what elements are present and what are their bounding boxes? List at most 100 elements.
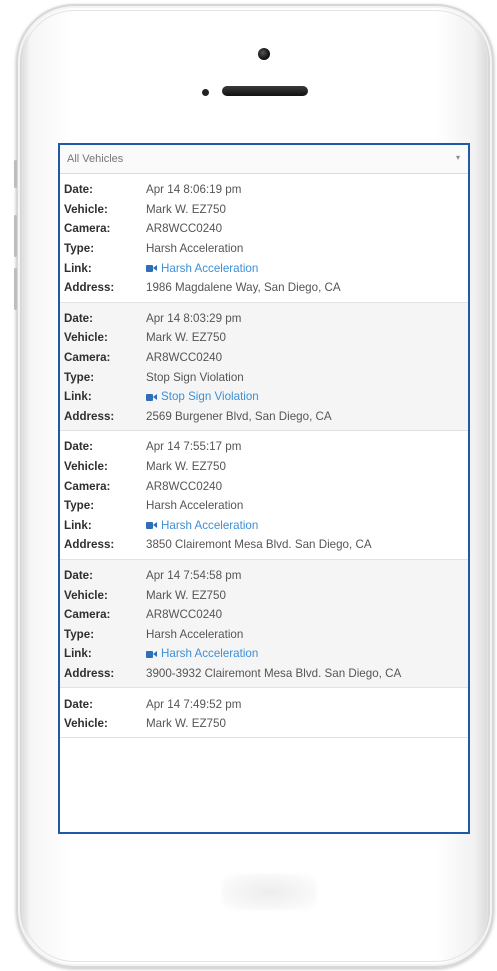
event-vehicle-row: Vehicle: Mark W. EZ750: [64, 200, 460, 220]
event-link-label: Link:: [64, 518, 92, 532]
event-date-row: Date: Apr 14 7:49:52 pm: [64, 694, 460, 714]
home-button[interactable]: [222, 874, 316, 910]
event-vehicle-value: Mark W. EZ750: [146, 202, 226, 216]
vehicle-filter-value: All Vehicles: [67, 153, 124, 165]
event-address-label: Address:: [64, 281, 115, 295]
event-address-row: Address: 2569 Burgener Blvd, San Diego, C…: [64, 407, 460, 427]
event-address-value: 3900-3932 Clairemont Mesa Blvd. San Dieg…: [146, 666, 402, 680]
chevron-down-icon[interactable]: ▾: [456, 153, 460, 162]
event-date-value: Apr 14 7:49:52 pm: [146, 697, 242, 711]
phone-screen: All Vehicles ▾ Date: Apr 14 8:06:19 pm Veh…: [58, 143, 470, 834]
event-camera-row: Camera: AR8WCC0240: [64, 219, 460, 239]
event-video-link-text: Harsh Acceleration: [161, 518, 259, 532]
event-camera-value: AR8WCC0240: [146, 351, 223, 365]
event-type-value: Harsh Acceleration: [146, 627, 244, 641]
event-link-label: Link:: [64, 647, 92, 661]
event-date-label: Date:: [64, 568, 93, 582]
event-type-label: Type:: [64, 627, 95, 641]
event-date-label: Date:: [64, 440, 93, 454]
event-date-row: Date: Apr 14 8:03:29 pm: [64, 309, 460, 329]
event-vehicle-label: Vehicle:: [64, 460, 108, 474]
event-camera-value: AR8WCC0240: [146, 479, 223, 493]
event-address-label: Address:: [64, 538, 115, 552]
sensor-icon: [202, 89, 209, 96]
event-item: Date: Apr 14 7:55:17 pm Vehicle: Mark W. EZ…: [60, 431, 468, 560]
event-vehicle-row: Vehicle: Mark W. EZ750: [64, 457, 460, 477]
event-type-row: Type: Harsh Acceleration: [64, 624, 460, 644]
event-camera-label: Camera:: [64, 351, 111, 365]
event-address-row: Address: 3850 Clairemont Mesa Blvd. San D…: [64, 535, 460, 555]
event-vehicle-label: Vehicle:: [64, 331, 108, 345]
event-type-value: Stop Sign Violation: [146, 370, 244, 384]
side-button: [14, 215, 17, 257]
event-vehicle-value: Mark W. EZ750: [146, 331, 226, 345]
video-camera-icon: [146, 521, 157, 530]
event-date-value: Apr 14 8:06:19 pm: [146, 183, 242, 197]
side-button: [14, 160, 17, 188]
event-type-label: Type:: [64, 370, 95, 384]
earpiece-speaker: [222, 86, 308, 96]
event-link-row: Link: Harsh Acceleration: [64, 516, 460, 536]
event-video-link[interactable]: Harsh Acceleration: [146, 519, 258, 532]
event-type-row: Type: Stop Sign Violation: [64, 367, 460, 387]
event-address-row: Address: 1986 Magdalene Way, San Diego, C…: [64, 278, 460, 298]
event-camera-label: Camera:: [64, 479, 111, 493]
video-camera-icon: [146, 650, 157, 658]
event-vehicle-value: Mark W. EZ750: [146, 460, 226, 474]
front-camera-icon: [258, 48, 270, 60]
video-camera-icon: [146, 393, 157, 401]
event-vehicle-value: Mark W. EZ750: [146, 588, 226, 602]
event-type-value: Harsh Acceleration: [146, 242, 244, 256]
event-camera-label: Camera:: [64, 222, 111, 236]
event-address-row: Address: 3900-3932 Clairemont Mesa Blvd. …: [64, 664, 460, 684]
event-vehicle-row: Vehicle: Mark W. EZ750: [64, 585, 460, 605]
event-date-label: Date:: [64, 183, 93, 197]
event-date-row: Date: Apr 14 7:54:58 pm: [64, 566, 460, 586]
event-address-label: Address:: [64, 666, 115, 680]
event-type-row: Type: Harsh Acceleration: [64, 239, 460, 259]
event-video-link-text: Stop Sign Violation: [161, 390, 259, 404]
event-video-link[interactable]: Harsh Acceleration: [146, 262, 258, 275]
event-video-link[interactable]: Harsh Acceleration: [146, 647, 258, 660]
event-item: Date: Apr 14 7:54:58 pm Vehicle: Mark W. EZ…: [60, 559, 468, 689]
event-camera-value: AR8WCC0240: [146, 608, 223, 622]
event-address-value: 1986 Magdalene Way, San Diego, CA: [146, 281, 341, 295]
event-vehicle-row: Vehicle: Mark W. EZ750: [64, 714, 460, 734]
event-date-label: Date:: [64, 311, 93, 325]
events-list: Date: Apr 14 8:06:19 pm Vehicle: Mark W. EZ…: [60, 174, 468, 832]
event-address-value: 3850 Clairemont Mesa Blvd. San Diego, CA: [146, 538, 372, 552]
event-link-label: Link:: [64, 261, 92, 275]
event-link-row: Link: Harsh Acceleration: [64, 644, 460, 664]
event-type-row: Type: Harsh Acceleration: [64, 496, 460, 516]
event-video-link-text: Harsh Acceleration: [161, 261, 259, 275]
event-type-label: Type:: [64, 499, 95, 513]
event-vehicle-label: Vehicle:: [64, 717, 108, 731]
side-button: [14, 268, 17, 310]
event-address-value: 2569 Burgener Blvd, San Diego, CA: [146, 409, 332, 423]
vehicle-filter-dropdown[interactable]: All Vehicles ▾: [60, 145, 468, 174]
event-date-value: Apr 14 7:55:17 pm: [146, 440, 242, 454]
event-link-label: Link:: [64, 390, 92, 404]
event-camera-label: Camera:: [64, 608, 111, 622]
event-type-value: Harsh Acceleration: [146, 499, 244, 513]
event-camera-row: Camera: AR8WCC0240: [64, 348, 460, 368]
event-vehicle-value: Mark W. EZ750: [146, 717, 226, 731]
event-item: Date: Apr 14 8:06:19 pm Vehicle: Mark W. EZ…: [60, 174, 468, 303]
event-camera-row: Camera: AR8WCC0240: [64, 605, 460, 625]
event-item: Date: Apr 14 8:03:29 pm Vehicle: Mark W. EZ…: [60, 302, 468, 432]
event-date-row: Date: Apr 14 8:06:19 pm: [64, 180, 460, 200]
event-link-row: Link: Harsh Acceleration: [64, 258, 460, 278]
event-camera-row: Camera: AR8WCC0240: [64, 476, 460, 496]
event-date-value: Apr 14 7:54:58 pm: [146, 568, 242, 582]
event-vehicle-label: Vehicle:: [64, 202, 108, 216]
event-video-link[interactable]: Stop Sign Violation: [146, 390, 259, 403]
event-link-row: Link: Stop Sign Violation: [64, 387, 460, 407]
video-camera-icon: [146, 264, 157, 273]
event-vehicle-label: Vehicle:: [64, 588, 108, 602]
event-address-label: Address:: [64, 409, 115, 423]
event-date-value: Apr 14 8:03:29 pm: [146, 311, 242, 325]
event-type-label: Type:: [64, 242, 95, 256]
event-camera-value: AR8WCC0240: [146, 222, 223, 236]
event-date-label: Date:: [64, 697, 93, 711]
event-date-row: Date: Apr 14 7:55:17 pm: [64, 437, 460, 457]
